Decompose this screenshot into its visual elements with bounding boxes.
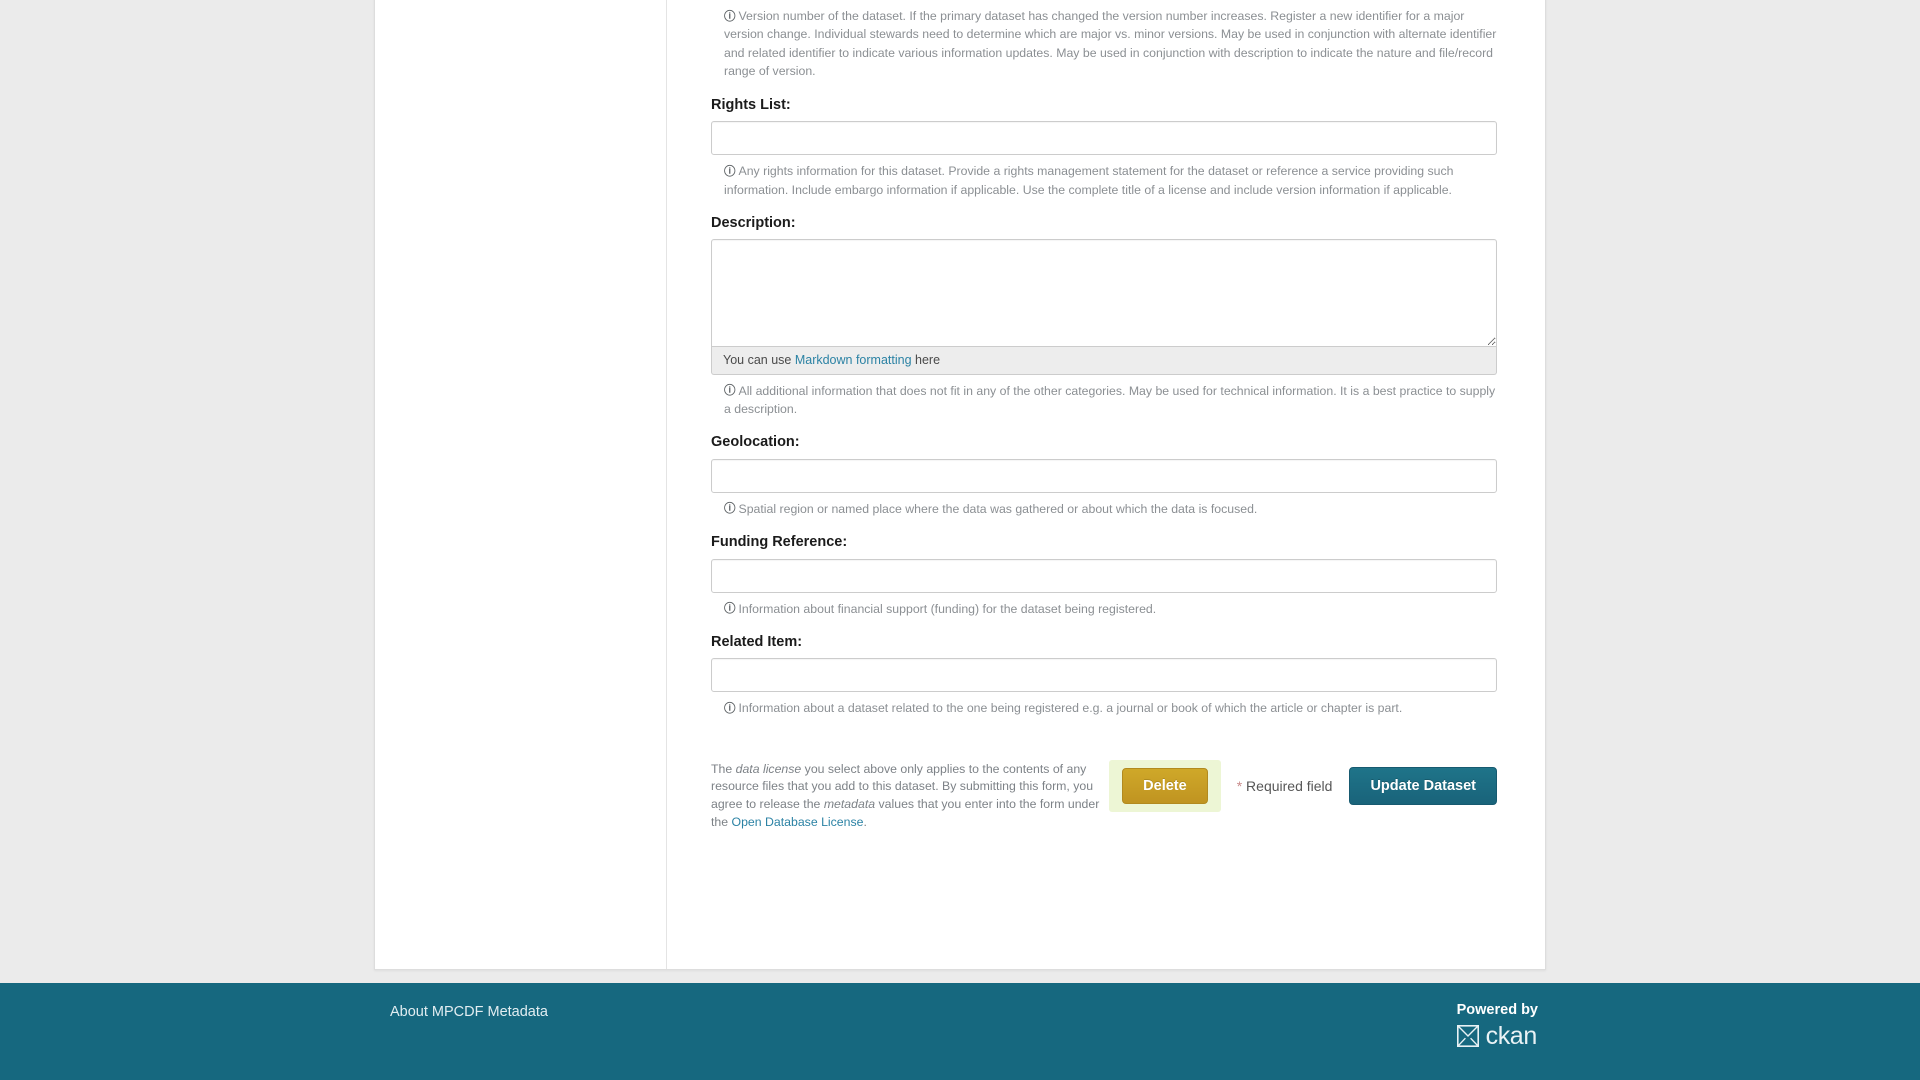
footer-attribution: Powered by ckan: [1456, 1002, 1538, 1050]
geolocation-input[interactable]: [711, 458, 1497, 493]
license-note-em-metadata: metadata: [823, 797, 876, 812]
license-note-part4: .: [863, 814, 867, 829]
field-group-geolocation: Geolocation: ⓘ Spatial region or named pl…: [711, 418, 1523, 518]
geolocation-label: Geolocation:: [711, 434, 800, 451]
related-item-input[interactable]: [711, 658, 1497, 693]
footer-nav: About MPCDF Metadata: [390, 1003, 548, 1020]
funding-reference-input[interactable]: [711, 558, 1497, 593]
delete-button[interactable]: Delete: [1122, 767, 1208, 805]
version-help: ⓘ Version number of the dataset. If the p…: [724, 7, 1499, 81]
required-field-label: Required field: [1246, 777, 1333, 794]
primary-content: ⓘ Version number of the dataset. If the p…: [667, 0, 1545, 969]
related-item-label: Related Item:: [711, 634, 803, 651]
info-icon: ⓘ: [724, 383, 736, 398]
ckan-wordmark: ckan: [1485, 1021, 1538, 1050]
required-field-note: * Required field: [1237, 778, 1333, 794]
related-item-help-text: Information about a dataset related to t…: [738, 701, 1403, 716]
field-group-rights-list: Rights List: ⓘ Any rights information for…: [711, 81, 1523, 199]
ckan-envelope-icon: [1456, 1025, 1479, 1048]
footer-inner: About MPCDF Metadata Powered by ckan: [374, 983, 1546, 1049]
funding-reference-label: Funding Reference:: [711, 534, 848, 551]
description-help: ⓘ All additional information that does no…: [724, 382, 1499, 419]
rights-list-help: ⓘ Any rights information for this dataset…: [724, 162, 1499, 199]
version-help-text: Version number of the dataset. If the pr…: [724, 9, 1497, 79]
delete-button-highlight: Delete: [1109, 759, 1221, 813]
rights-list-help-text: Any rights information for this dataset.…: [724, 164, 1454, 197]
content-shell: ⓘ Version number of the dataset. If the p…: [374, 0, 1546, 970]
ckan-logo[interactable]: ckan: [1456, 1021, 1538, 1050]
update-dataset-button[interactable]: Update Dataset: [1349, 766, 1497, 806]
info-icon: ⓘ: [724, 501, 736, 516]
form-actions: The data license you select above only a…: [711, 744, 1497, 831]
markdown-formatting-link[interactable]: Markdown formatting: [795, 353, 912, 367]
powered-by-label: Powered by: [1456, 1002, 1538, 1018]
field-group-related-item: Related Item: ⓘ Information about a datas…: [711, 618, 1523, 718]
markdown-hint-prefix: You can use: [723, 353, 795, 368]
dataset-edit-form: ⓘ Version number of the dataset. If the p…: [711, 0, 1523, 831]
funding-reference-help: ⓘ Information about financial support (fu…: [724, 600, 1499, 618]
license-note-part1: The: [711, 761, 736, 776]
info-icon: ⓘ: [724, 163, 736, 178]
description-textarea[interactable]: [711, 239, 1497, 348]
description-label: Description:: [711, 215, 796, 232]
funding-reference-help-text: Information about financial support (fun…: [738, 601, 1157, 616]
description-editor: You can use Markdown formatting here: [711, 239, 1497, 375]
license-note-em-data-license: data license: [735, 761, 802, 776]
info-icon: ⓘ: [724, 700, 736, 715]
geolocation-help: ⓘ Spatial region or named place where the…: [724, 500, 1499, 518]
description-help-text: All additional information that does not…: [724, 383, 1496, 416]
related-item-help: ⓘ Information about a dataset related to …: [724, 699, 1499, 717]
info-icon: ⓘ: [724, 601, 736, 616]
info-icon: ⓘ: [724, 8, 736, 23]
markdown-hint: You can use Markdown formatting here: [711, 347, 1497, 375]
field-group-funding-reference: Funding Reference: ⓘ Information about fi…: [711, 518, 1523, 618]
geolocation-help-text: Spatial region or named place where the …: [738, 501, 1258, 516]
markdown-hint-suffix: here: [911, 353, 941, 368]
license-note: The data license you select above only a…: [711, 760, 1103, 831]
field-group-description: Description: You can use Markdown format…: [711, 199, 1523, 418]
field-group-version: ⓘ Version number of the dataset. If the p…: [711, 0, 1523, 81]
page: ⓘ Version number of the dataset. If the p…: [0, 0, 1920, 1080]
open-database-license-link[interactable]: Open Database License: [732, 815, 864, 829]
rights-list-label: Rights List:: [711, 96, 791, 113]
action-buttons: Delete * Required field Update Dataset: [1109, 759, 1497, 813]
secondary-sidebar: [375, 0, 667, 969]
rights-list-input[interactable]: [711, 121, 1497, 156]
required-asterisk: *: [1236, 777, 1243, 794]
about-mpcdf-metadata-link[interactable]: About MPCDF Metadata: [390, 1004, 548, 1020]
site-footer: About MPCDF Metadata Powered by ckan: [0, 983, 1920, 1080]
